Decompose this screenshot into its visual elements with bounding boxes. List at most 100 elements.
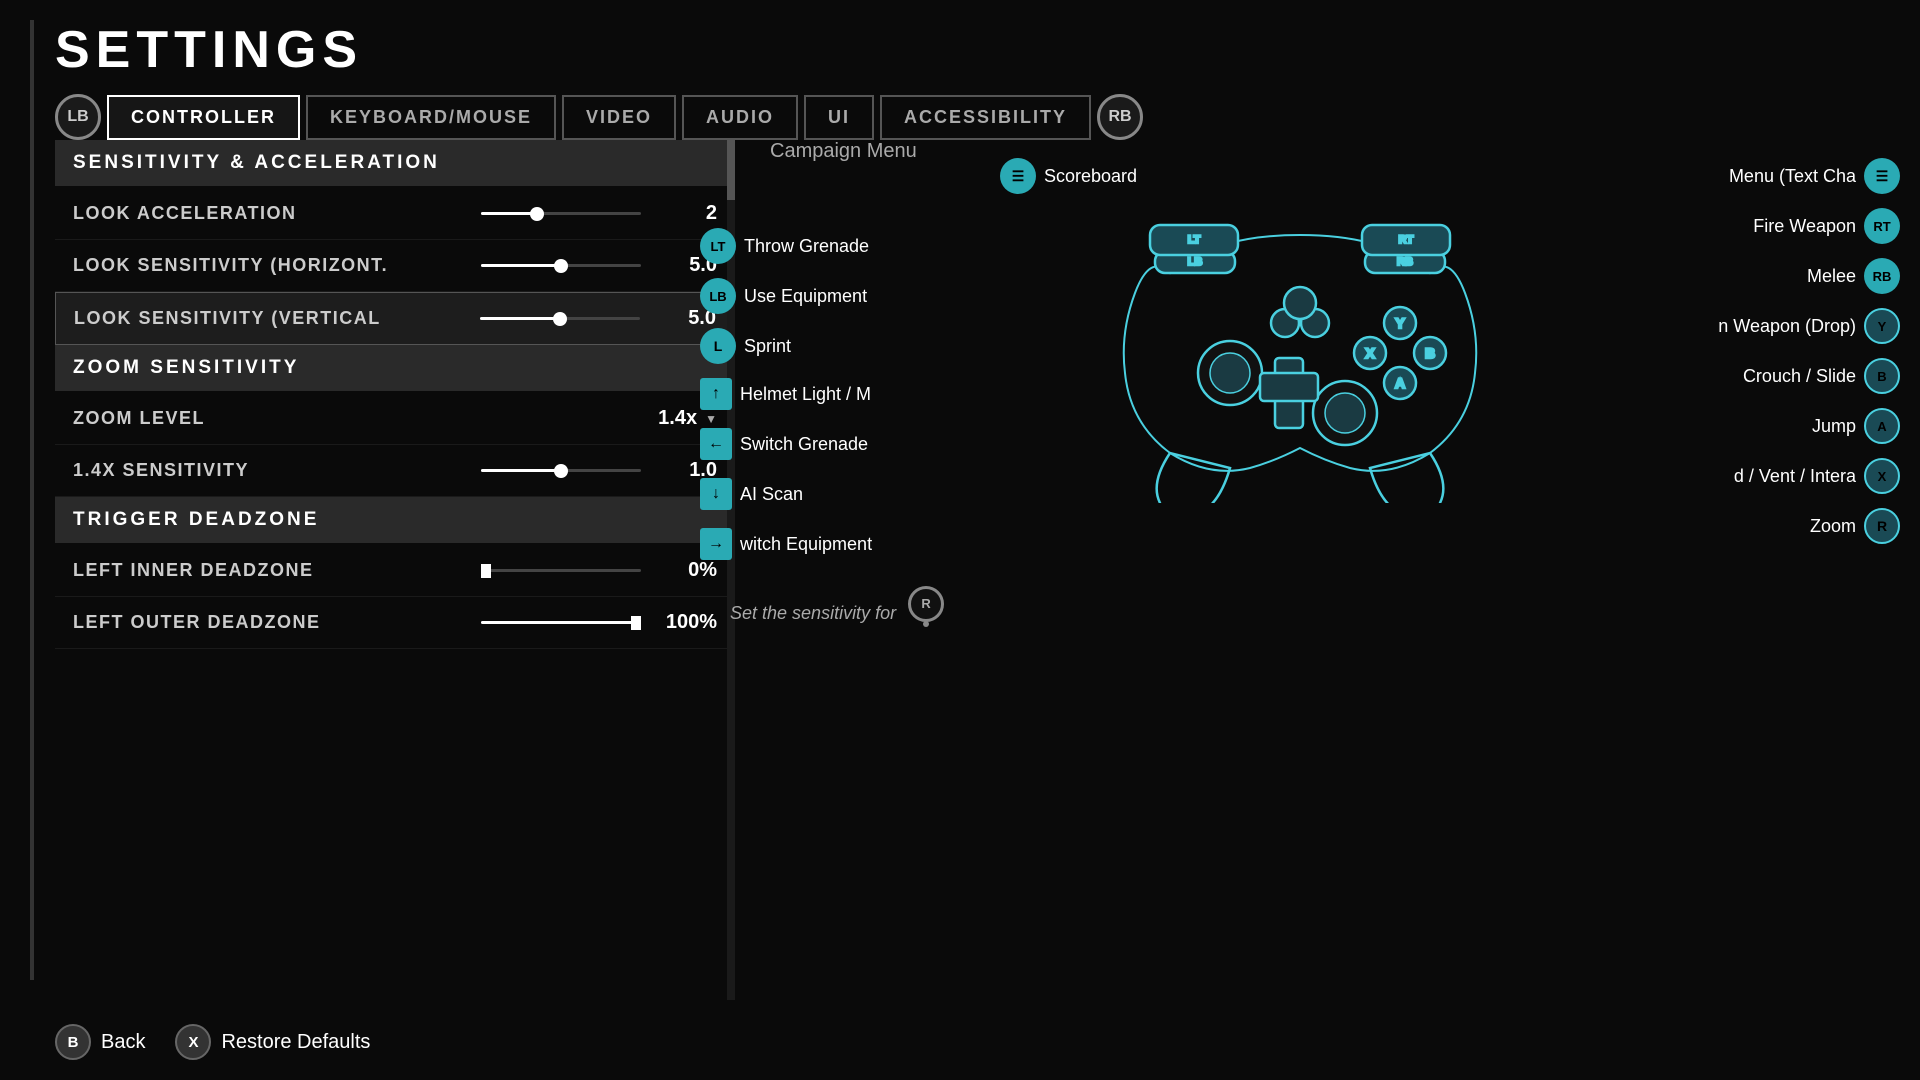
1-4x-sensitivity-track[interactable] — [481, 469, 641, 472]
look-acceleration-fill — [481, 212, 537, 215]
look-sensitivity-v-fill — [480, 317, 560, 320]
look-sensitivity-h-label: LOOK SENSITIVITY (HORIZONT. — [73, 255, 481, 276]
ai-scan-text: AI Scan — [740, 484, 803, 505]
svg-text:LB: LB — [1188, 256, 1203, 268]
lb-badge: LB — [700, 278, 736, 314]
melee-text: Melee — [1807, 266, 1856, 287]
right-stick-icon: R — [908, 586, 944, 622]
btn-label-helmet-light: ↑ Helmet Light / M — [700, 378, 871, 410]
btn-label-jump: Jump A — [1812, 408, 1900, 444]
menu-text-text: Menu (Text Cha — [1729, 166, 1856, 187]
rb-badge: RB — [1864, 258, 1900, 294]
look-sensitivity-v-label: LOOK SENSITIVITY (VERTICAL — [74, 308, 480, 329]
btn-label-throw-grenade: LT Throw Grenade — [700, 228, 869, 264]
row-left-inner-deadzone[interactable]: LEFT INNER DEADZONE 0% — [55, 545, 735, 597]
crouch-slide-text: Crouch / Slide — [1743, 366, 1856, 387]
svg-text:RT: RT — [1399, 234, 1414, 246]
dpad-up-badge: ↑ — [700, 378, 732, 410]
vent-text: d / Vent / Intera — [1734, 466, 1856, 487]
section-sensitivity: SENSITIVITY & ACCELERATION — [55, 140, 735, 186]
1-4x-sensitivity-fill — [481, 469, 561, 472]
btn-label-menu-text: Menu (Text Cha ☰ — [1729, 158, 1900, 194]
section-trigger: TRIGGER DEADZONE — [55, 497, 735, 543]
zoom-level-label: ZOOM LEVEL — [73, 408, 637, 429]
b-key-icon: B — [55, 1024, 91, 1060]
dpad-left-badge: ← — [700, 428, 732, 460]
menu-badge-right: ☰ — [1864, 158, 1900, 194]
use-equipment-text: Use Equipment — [744, 286, 867, 307]
rt-badge: RT — [1864, 208, 1900, 244]
look-sensitivity-v-track[interactable] — [480, 317, 640, 320]
l-badge: L — [700, 328, 736, 364]
1-4x-sensitivity-thumb[interactable] — [554, 464, 568, 478]
look-sensitivity-v-control: 5.0 — [480, 307, 716, 330]
row-left-outer-deadzone[interactable]: LEFT OUTER DEADZONE 100% — [55, 597, 735, 649]
controller-diagram: Y B A X LB RB LT RT — [700, 183, 1900, 603]
left-inner-deadzone-thumb[interactable] — [481, 564, 491, 578]
restore-defaults-button[interactable]: X Restore Defaults — [175, 1024, 370, 1060]
row-zoom-level[interactable]: ZOOM LEVEL 1.4x ▼ — [55, 393, 735, 445]
tab-accessibility[interactable]: ACCESSIBILITY — [880, 95, 1091, 140]
page-title: SETTINGS — [55, 20, 1900, 80]
back-button[interactable]: B Back — [55, 1024, 145, 1060]
tab-ui[interactable]: UI — [804, 95, 874, 140]
b-badge: B — [1864, 358, 1900, 394]
campaign-menu-label: Campaign Menu — [700, 140, 1900, 163]
sensitivity-hint-text: Set the sensitivity for — [730, 603, 896, 624]
btn-label-ai-scan: ↓ AI Scan — [700, 478, 803, 510]
scoreboard-text: Scoreboard — [1044, 166, 1137, 187]
svg-text:A: A — [1395, 375, 1405, 391]
btn-label-sprint: L Sprint — [700, 328, 791, 364]
left-inner-deadzone-control: 0% — [481, 559, 717, 582]
lb-trigger[interactable]: LB — [55, 94, 101, 140]
switch-equipment-text: witch Equipment — [740, 534, 872, 555]
back-label: Back — [101, 1031, 145, 1054]
tab-controller[interactable]: CONTROLLER — [107, 95, 300, 140]
left-outer-deadzone-track[interactable] — [481, 621, 641, 624]
look-sensitivity-h-thumb[interactable] — [554, 259, 568, 273]
look-acceleration-track[interactable] — [481, 212, 641, 215]
throw-grenade-text: Throw Grenade — [744, 236, 869, 257]
svg-text:RB: RB — [1397, 256, 1413, 268]
tab-video[interactable]: VIDEO — [562, 95, 676, 140]
x-badge: X — [1864, 458, 1900, 494]
zoom-level-value: 1.4x — [637, 407, 697, 430]
left-outer-deadzone-label: LEFT OUTER DEADZONE — [73, 612, 481, 633]
row-1-4x-sensitivity[interactable]: 1.4X SENSITIVITY 1.0 — [55, 445, 735, 497]
left-outer-deadzone-control: 100% — [481, 611, 717, 634]
row-look-acceleration[interactable]: LOOK ACCELERATION 2 — [55, 188, 735, 240]
left-inner-deadzone-track[interactable] — [481, 569, 641, 572]
look-sensitivity-h-track[interactable] — [481, 264, 641, 267]
left-outer-deadzone-fill — [481, 621, 638, 624]
btn-label-melee: Melee RB — [1807, 258, 1900, 294]
btn-label-zoom: Zoom R — [1810, 508, 1900, 544]
menu-badge-left: ☰ — [1000, 158, 1036, 194]
look-sensitivity-v-thumb[interactable] — [553, 312, 567, 326]
left-inner-deadzone-label: LEFT INNER DEADZONE — [73, 560, 481, 581]
tab-keyboard[interactable]: KEYBOARD/MOUSE — [306, 95, 556, 140]
look-acceleration-thumb[interactable] — [530, 207, 544, 221]
y-badge: Y — [1864, 308, 1900, 344]
look-sensitivity-h-fill — [481, 264, 561, 267]
btn-label-fire-weapon: Fire Weapon RT — [1753, 208, 1900, 244]
section-zoom: ZOOM SENSITIVITY — [55, 345, 735, 391]
lt-badge: LT — [700, 228, 736, 264]
svg-text:Y: Y — [1395, 315, 1405, 331]
settings-panel: SENSITIVITY & ACCELERATION LOOK ACCELERA… — [55, 140, 735, 1000]
btn-label-vent: d / Vent / Intera X — [1734, 458, 1900, 494]
row-look-sensitivity-v[interactable]: LOOK SENSITIVITY (VERTICAL 5.0 — [55, 292, 735, 345]
left-border — [30, 20, 34, 980]
row-look-sensitivity-h[interactable]: LOOK SENSITIVITY (HORIZONT. 5.0 — [55, 240, 735, 292]
btn-label-switch-equipment: → witch Equipment — [700, 528, 872, 560]
btn-label-switch-grenade: ← Switch Grenade — [700, 428, 868, 460]
a-badge: A — [1864, 408, 1900, 444]
look-acceleration-label: LOOK ACCELERATION — [73, 203, 481, 224]
tab-audio[interactable]: AUDIO — [682, 95, 798, 140]
btn-label-weapon-drop: n Weapon (Drop) Y — [1718, 308, 1900, 344]
btn-label-use-equipment: LB Use Equipment — [700, 278, 867, 314]
svg-text:B: B — [1425, 345, 1435, 361]
dpad-down-badge: ↓ — [700, 478, 732, 510]
rb-trigger[interactable]: RB — [1097, 94, 1143, 140]
left-outer-deadzone-thumb[interactable] — [631, 616, 641, 630]
fire-weapon-text: Fire Weapon — [1753, 216, 1856, 237]
